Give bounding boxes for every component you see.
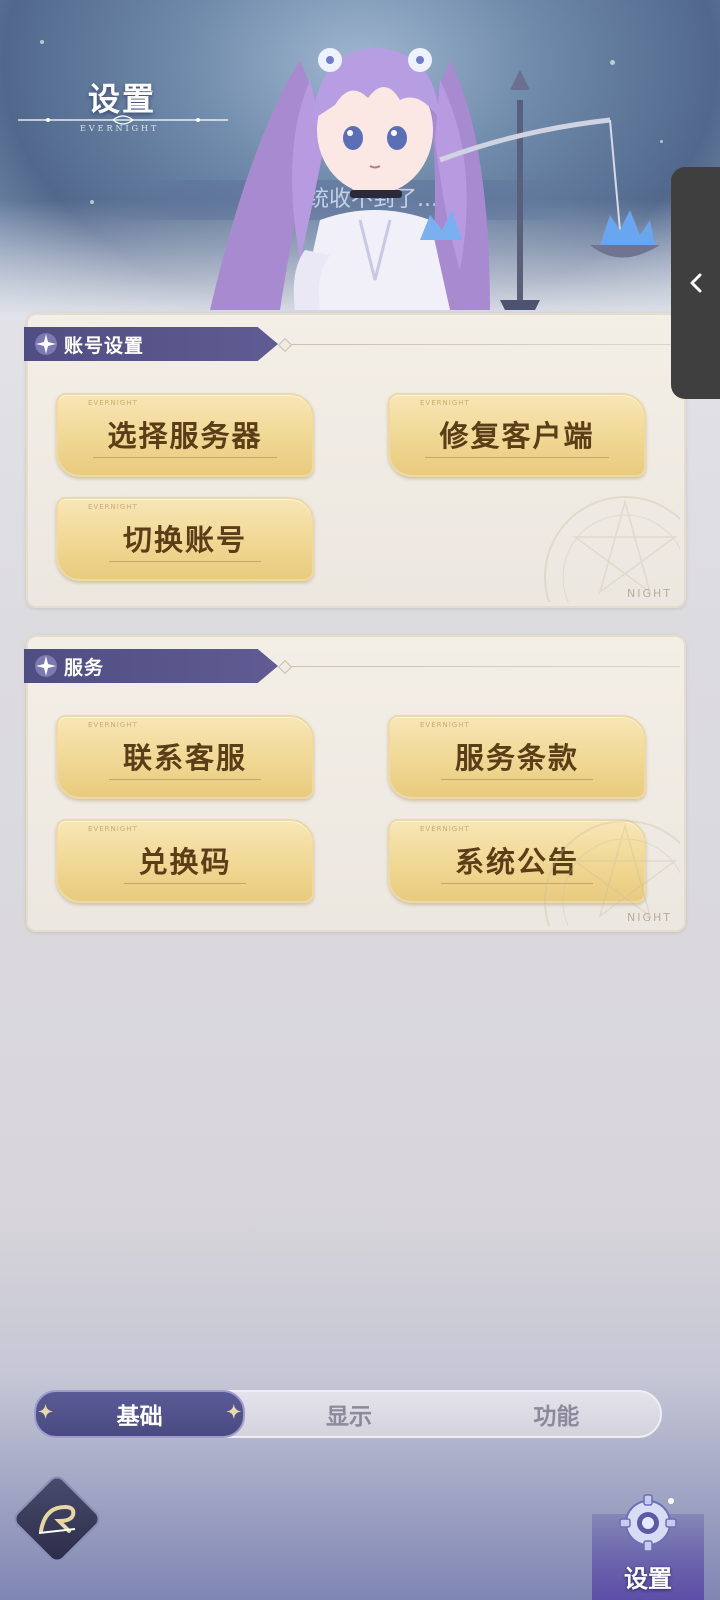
- services-panel: 服务 EVERNIGHT 联系客服 EVERNIGHT 服务条款 EVERNIG…: [24, 635, 686, 932]
- button-label: 兑换码: [124, 839, 246, 884]
- button-tag: EVERNIGHT: [88, 825, 138, 833]
- evernight-logo-icon: [24, 1486, 90, 1552]
- button-label: 联系客服: [108, 735, 261, 780]
- section-header-account: 账号设置: [24, 327, 278, 361]
- switch-account-button[interactable]: EVERNIGHT 切换账号: [56, 497, 314, 581]
- settings-nav-label: 设置: [624, 1564, 672, 1593]
- panel-watermark-text: NIGHT: [627, 587, 672, 600]
- snow-particle: [90, 200, 94, 204]
- sparkle-icon: [35, 333, 57, 355]
- button-tag: EVERNIGHT: [88, 721, 138, 729]
- button-tag: EVERNIGHT: [420, 825, 470, 833]
- section-header-services: 服务: [24, 649, 278, 683]
- button-label: 选择服务器: [93, 413, 277, 458]
- panel-watermark-text: NIGHT: [627, 911, 672, 924]
- tab-display[interactable]: 显示: [245, 1392, 452, 1436]
- select-server-button[interactable]: EVERNIGHT 选择服务器: [56, 393, 314, 477]
- sparkle-icon: [35, 655, 57, 677]
- button-tag: EVERNIGHT: [420, 721, 470, 729]
- section-divider: [280, 344, 680, 345]
- button-label: 服务条款: [440, 735, 593, 780]
- account-settings-panel: 账号设置 EVERNIGHT 选择服务器 EVERNIGHT 修复客户端 EVE…: [24, 313, 686, 608]
- settings-nav-button[interactable]: 设置: [592, 1466, 704, 1600]
- section-divider: [280, 666, 680, 667]
- contact-support-button[interactable]: EVERNIGHT 联系客服: [56, 715, 314, 799]
- button-label: 修复客户端: [425, 413, 609, 458]
- side-panel-handle[interactable]: [671, 167, 720, 399]
- title-subtitle: EVERNIGHT: [80, 124, 160, 133]
- compass-watermark-icon: [544, 820, 680, 926]
- button-tag: EVERNIGHT: [88, 399, 138, 407]
- character-illustration: [210, 48, 660, 310]
- button-tag: EVERNIGHT: [420, 399, 470, 407]
- chevron-left-icon: [690, 273, 701, 293]
- repair-client-button[interactable]: EVERNIGHT 修复客户端: [388, 393, 646, 477]
- settings-tab-bar: 基础 显示 功能: [34, 1390, 662, 1438]
- terms-of-service-button[interactable]: EVERNIGHT 服务条款: [388, 715, 646, 799]
- snow-particle: [40, 40, 44, 44]
- button-tag: EVERNIGHT: [88, 503, 138, 511]
- tab-function[interactable]: 功能: [453, 1392, 660, 1436]
- redeem-code-button[interactable]: EVERNIGHT 兑换码: [56, 819, 314, 903]
- compass-watermark-icon: [544, 496, 680, 602]
- button-label: 切换账号: [108, 517, 261, 562]
- tab-basic[interactable]: 基础: [34, 1390, 246, 1438]
- section-title: 服务: [64, 656, 105, 679]
- header-banner: ...告系统收不到了... 设置 EVERNIGHT: [0, 0, 720, 320]
- gear-icon: [619, 1494, 677, 1552]
- section-title: 账号设置: [64, 334, 145, 357]
